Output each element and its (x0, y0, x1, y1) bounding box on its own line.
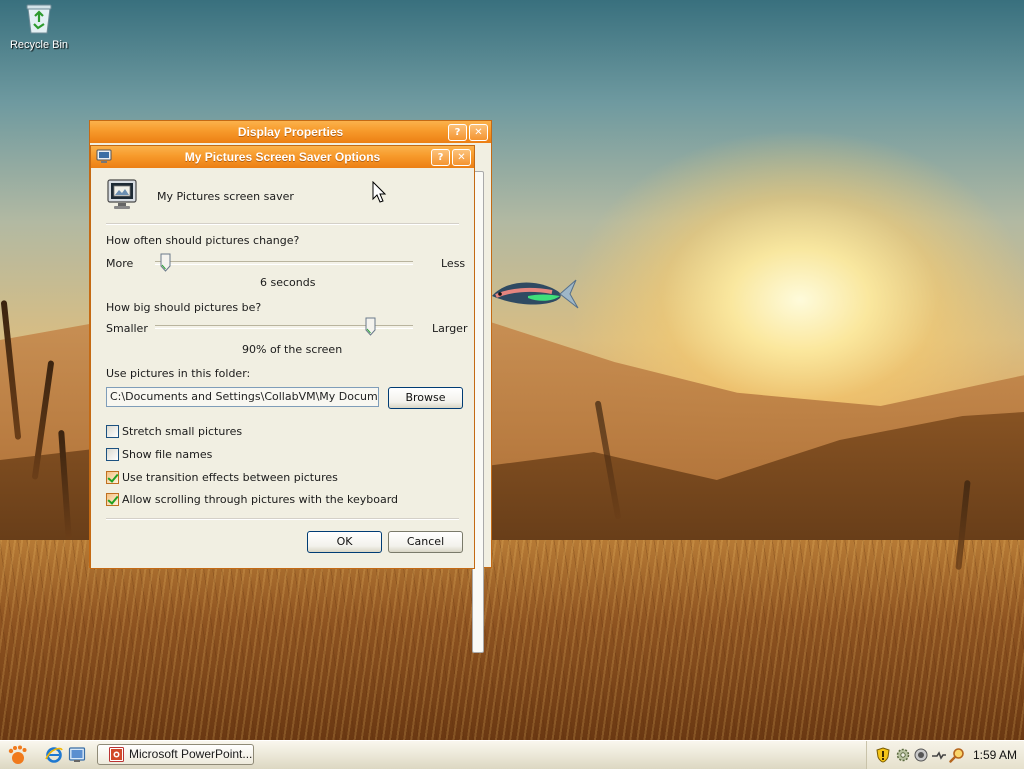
gnome-foot-icon[interactable] (6, 745, 28, 765)
display-close-button[interactable]: ✕ (469, 124, 488, 141)
display-help-button[interactable]: ? (448, 124, 467, 141)
screensaver-options-titlebar[interactable]: My Pictures Screen Saver Options (91, 146, 474, 168)
recycle-bin-label: Recycle Bin (9, 39, 69, 51)
taskbar-item-label: Microsoft PowerPoint... (129, 747, 253, 761)
size-max-label: Larger (432, 322, 468, 335)
fish-icon (492, 279, 579, 309)
ok-button[interactable]: OK (307, 531, 382, 553)
powerpoint-icon (109, 747, 124, 762)
keyboard-scrolling-checkbox[interactable] (106, 493, 119, 506)
footer-separator (106, 518, 459, 520)
taskbar-clock: 1:59 AM (973, 748, 1018, 762)
pointer-cursor-icon (372, 181, 387, 203)
show-desktop-icon[interactable] (68, 746, 86, 764)
screensaver-name: My Pictures screen saver (157, 190, 294, 203)
folder-path-field[interactable]: C:\Documents and Settings\CollabVM\My Do… (106, 387, 379, 407)
show-file-names-checkbox[interactable] (106, 448, 119, 461)
volume-icon[interactable] (913, 747, 929, 763)
checkbox-label[interactable]: Show file names (122, 448, 212, 461)
screensaver-options-dialog: My Pictures Screen Saver Options ? ✕ My … (90, 145, 475, 569)
system-tray: 1:59 AM (866, 741, 1024, 769)
security-shield-icon[interactable] (875, 747, 891, 763)
cancel-button[interactable]: Cancel (388, 531, 463, 553)
checkbox-label[interactable]: Stretch small pictures (122, 425, 242, 438)
header-separator (106, 223, 459, 225)
search-icon[interactable] (949, 747, 965, 763)
screensaver-options-title: My Pictures Screen Saver Options (184, 150, 381, 164)
browse-button[interactable]: Browse (388, 387, 463, 409)
taskbar-item-powerpoint[interactable]: Microsoft PowerPoint... (97, 744, 254, 765)
recycle-bin-icon (26, 4, 52, 34)
change-min-label: More (106, 257, 134, 270)
size-value-text: 90% of the screen (242, 343, 343, 356)
screensaver-monitor-icon (107, 179, 137, 209)
options-help-button[interactable]: ? (431, 149, 450, 166)
picture-size-question: How big should pictures be? (106, 301, 262, 314)
change-frequency-slider[interactable] (155, 253, 413, 273)
network-icon[interactable] (931, 747, 947, 763)
slider-thumb[interactable] (160, 253, 171, 272)
grass-meadow (0, 540, 1024, 740)
picture-size-slider[interactable] (155, 317, 413, 337)
display-properties-titlebar[interactable]: Display Properties (90, 121, 491, 143)
checkbox-label[interactable]: Allow scrolling through pictures with th… (122, 493, 398, 506)
size-min-label: Smaller (106, 322, 148, 335)
change-frequency-question: How often should pictures change? (106, 234, 300, 247)
slider-thumb[interactable] (365, 317, 376, 336)
stretch-small-pictures-checkbox[interactable] (106, 425, 119, 438)
change-value-text: 6 seconds (260, 276, 316, 289)
checkbox-label[interactable]: Use transition effects between pictures (122, 471, 338, 484)
settings-gear-icon[interactable] (895, 747, 911, 763)
display-properties-title: Display Properties (237, 125, 344, 139)
monitor-icon (96, 149, 112, 163)
transition-effects-checkbox[interactable] (106, 471, 119, 484)
internet-explorer-icon[interactable] (45, 746, 63, 764)
options-close-button[interactable]: ✕ (452, 149, 471, 166)
folder-label: Use pictures in this folder: (106, 367, 251, 380)
taskbar: Microsoft PowerPoint... 1:59 AM (0, 740, 1024, 769)
slider-track (155, 261, 413, 265)
change-max-label: Less (441, 257, 466, 270)
